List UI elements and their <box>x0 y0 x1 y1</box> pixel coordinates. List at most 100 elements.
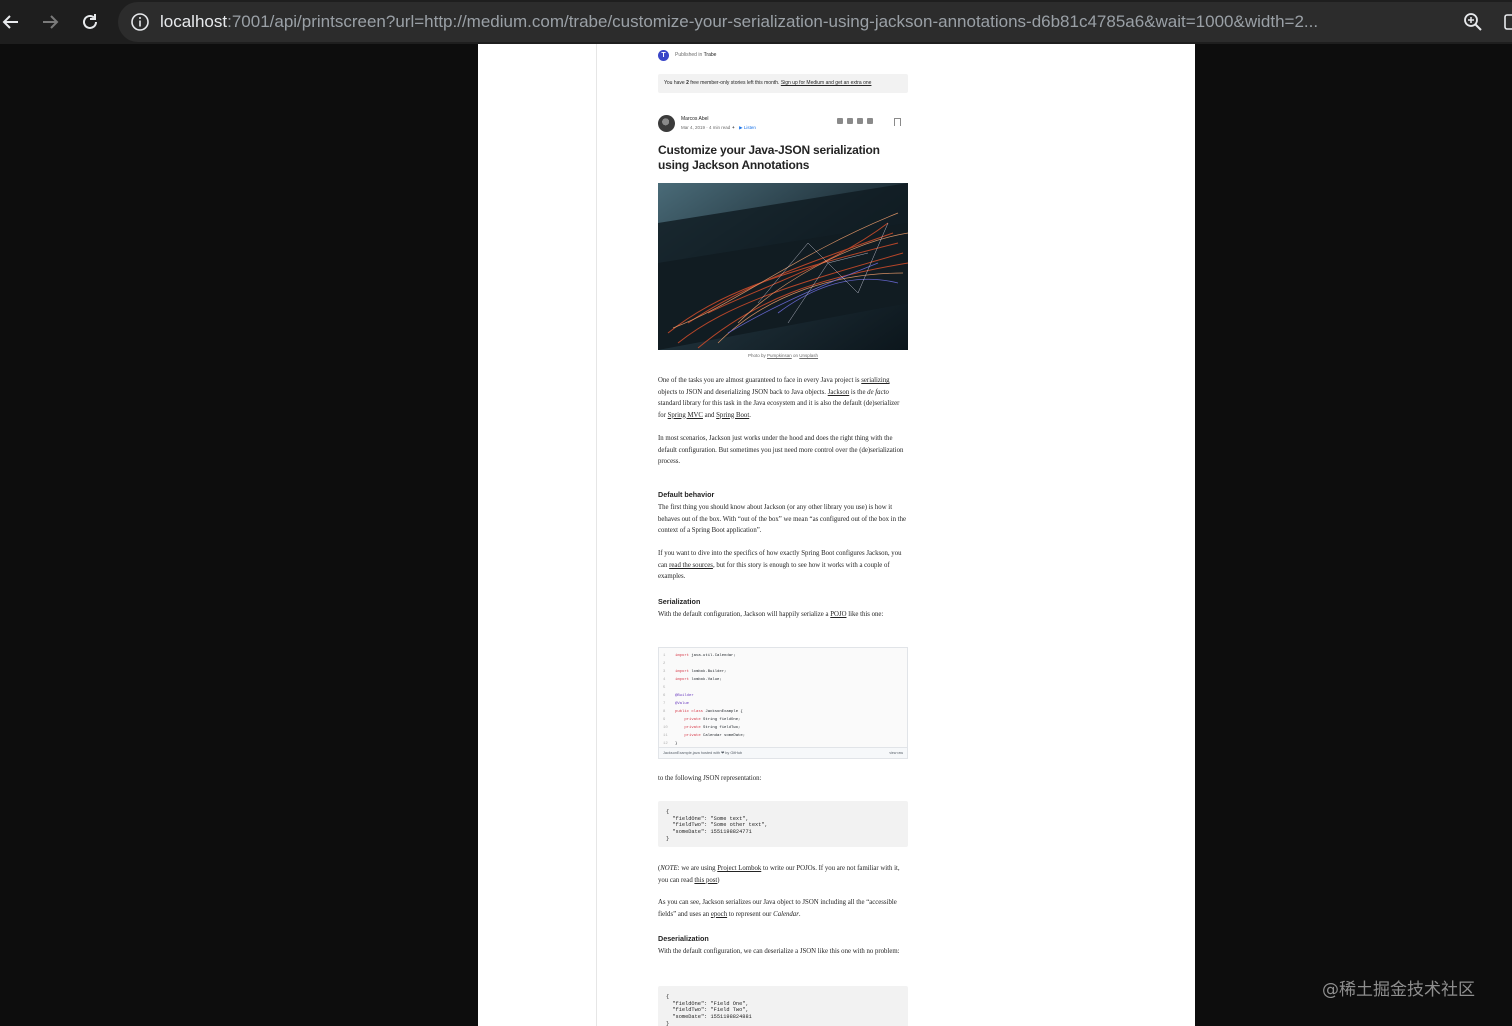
publication-logo[interactable]: T <box>658 49 669 61</box>
jackson-link[interactable]: Jackson <box>828 389 850 396</box>
watermark: @稀土掘金技术社区 <box>1322 980 1475 1000</box>
publication-row: T Published in Trabe <box>658 49 716 61</box>
heading-deserialization: Deserialization <box>658 934 709 943</box>
heading-default-behavior: Default behavior <box>658 490 715 499</box>
link-icon[interactable] <box>867 118 873 124</box>
paragraph-note-lombok: (NOTE: we are using Project Lombok to wr… <box>658 863 908 886</box>
line-number: 2 <box>663 662 666 666</box>
line-number: 8 <box>663 710 666 714</box>
code-keyword: import <box>675 654 690 658</box>
publication-name[interactable]: Trabe <box>704 52 717 58</box>
signup-link[interactable]: Sign up for Medium and get an extra one <box>781 80 872 86</box>
twitter-icon[interactable] <box>837 118 843 124</box>
gist-code-line: 2 <box>663 660 903 668</box>
author-row: Marcos Abel Mar 4, 2019 · 4 min read ✦ ▶… <box>658 114 908 134</box>
line-number: 10 <box>663 726 668 730</box>
site-info-icon[interactable] <box>130 12 150 32</box>
line-number: 5 <box>663 686 666 690</box>
heading-serialization: Serialization <box>658 597 701 606</box>
project-lombok-link[interactable]: Project Lombok <box>717 865 761 872</box>
image-caption: Photo by Pumpkinsan on Unsplash <box>658 353 908 358</box>
listen-button[interactable]: ▶ Listen <box>739 125 756 130</box>
code-keyword: private <box>675 726 701 730</box>
code-text: String fieldOne; <box>700 718 741 722</box>
banner-text-a: You have <box>664 80 687 86</box>
text: is the <box>849 388 868 396</box>
gist-code: 1 import java.util.Calendar; 2 3 import lomb… <box>663 652 903 748</box>
zoom-icon[interactable] <box>1463 12 1483 32</box>
gist-footer: JacksonExample.java hosted with ❤ by Git… <box>659 747 907 758</box>
url-host: localhost <box>160 12 228 31</box>
url-text[interactable]: localhost:7001/api/printscreen?url=http:… <box>160 11 1440 33</box>
arrow-left-icon <box>2 15 18 29</box>
paragraph-to-json: to the following JSON representation: <box>658 775 762 782</box>
spring-mvc-link[interactable]: Spring MVC <box>668 412 703 419</box>
gist-embed[interactable]: 1 import java.util.Calendar; 2 3 import lomb… <box>658 647 908 759</box>
text: One of the tasks you are almost guarante… <box>658 377 862 384</box>
json-code-block-1: { "fieldOne": "Some text", "fieldTwo": "… <box>658 801 908 847</box>
line-number: 9 <box>663 718 666 722</box>
gist-code-line: 8 public class JacksonExample { <box>663 708 903 716</box>
text-emphasis: Calendar <box>773 910 799 918</box>
facebook-icon[interactable] <box>847 118 853 124</box>
text: : we are using <box>677 865 718 872</box>
caption-site-link[interactable]: Unsplash <box>799 353 818 358</box>
paragraph-intro: One of the tasks you are almost guarante… <box>658 375 908 421</box>
line-number: 1 <box>663 654 666 658</box>
publication-label: Published in Trabe <box>675 52 716 58</box>
reload-button[interactable] <box>77 9 103 35</box>
text: . <box>798 910 801 918</box>
code-text: JacksonExample { <box>703 710 743 714</box>
screenshot-page: T Published in Trabe You have 2 free mem… <box>478 44 1195 1026</box>
code-keyword: private <box>675 718 701 722</box>
star-icon: ✦ <box>731 125 736 130</box>
read-time: 4 min read <box>709 125 731 130</box>
bookmark-icon[interactable] <box>894 118 901 126</box>
left-rail-divider <box>596 44 597 1026</box>
code-keyword: import <box>675 670 690 674</box>
this-post-link[interactable]: this post <box>694 877 717 884</box>
member-banner: You have 2 free member-only stories left… <box>658 74 908 93</box>
pojo-link[interactable]: POJO <box>830 611 846 618</box>
avatar[interactable] <box>658 115 675 132</box>
text: and <box>702 411 717 419</box>
text: . <box>749 411 751 419</box>
address-bar[interactable]: localhost:7001/api/printscreen?url=http:… <box>118 2 1512 42</box>
browser-toolbar: localhost:7001/api/printscreen?url=http:… <box>0 0 1512 44</box>
banner-text-c: free member-only stories left this month… <box>688 80 781 86</box>
view-raw-link[interactable]: view raw <box>889 748 903 759</box>
article-title: Customize your Java-JSON serialization u… <box>658 143 880 172</box>
text-emphasis: de facto <box>867 388 889 396</box>
gist-footer-text[interactable]: JacksonExample.java hosted with ❤ by Git… <box>663 751 742 755</box>
read-sources-link[interactable]: read the sources <box>669 562 713 569</box>
spring-boot-link[interactable]: Spring Boot <box>716 412 749 419</box>
code-annotation: @Value <box>675 702 690 706</box>
code-text: lombok.Builder; <box>689 670 727 674</box>
author-name[interactable]: Marcos Abel <box>681 116 709 122</box>
code-text: Calendar someDate; <box>700 734 746 738</box>
code-keyword: public class <box>675 710 704 714</box>
paragraph-scenarios: In most scenarios, Jackson just works un… <box>658 435 904 465</box>
linkedin-icon[interactable] <box>857 118 863 124</box>
code-keyword: private <box>675 734 701 738</box>
text: like this one: <box>846 611 884 618</box>
back-button[interactable] <box>0 9 24 35</box>
text: objects to JSON and deserializing JSON b… <box>658 388 828 396</box>
hero-image <box>658 183 908 350</box>
share-icons <box>837 118 873 124</box>
text: With the default configuration, Jackson … <box>658 611 831 618</box>
gist-code-line: 5 <box>663 684 903 692</box>
author-meta: Mar 4, 2019 · 4 min read ✦ ▶ Listen <box>681 125 756 130</box>
reload-icon <box>83 14 97 29</box>
code-keyword: import <box>675 678 690 682</box>
epoch-link[interactable]: epoch <box>711 911 727 918</box>
caption-author-link[interactable]: Pumpkinsan <box>767 353 792 358</box>
url-path: :7001/api/printscreen?url=http://medium.… <box>227 12 1319 31</box>
page-viewport: T Published in Trabe You have 2 free mem… <box>0 44 1512 1026</box>
code-annotation: @Builder <box>675 694 694 698</box>
serializing-link[interactable]: serializing <box>861 377 889 384</box>
forward-button[interactable] <box>37 9 63 35</box>
text: ) <box>717 876 720 884</box>
extension-icon[interactable] <box>1504 12 1512 32</box>
gist-code-line: 9 private String fieldOne; <box>663 716 903 724</box>
